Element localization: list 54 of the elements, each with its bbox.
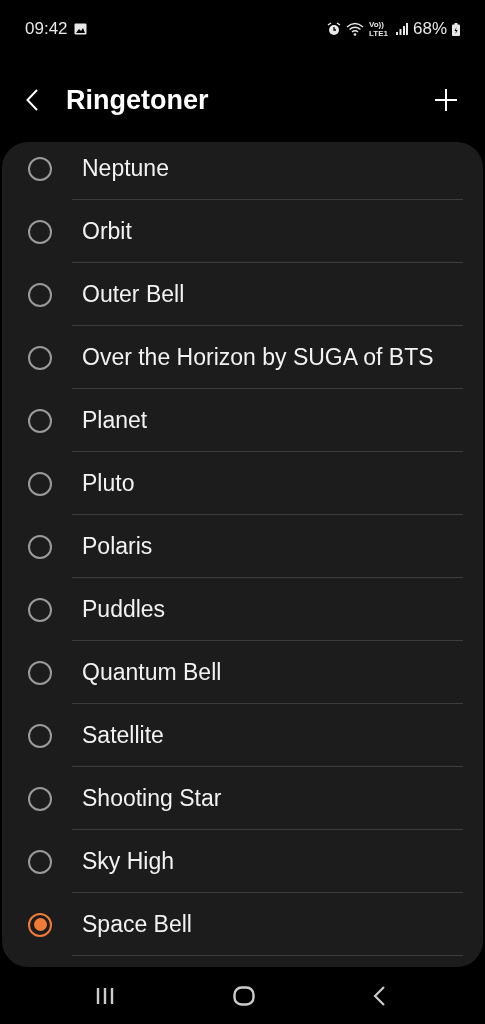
ringtone-item[interactable]: Outer Bell (2, 263, 483, 326)
ringtone-label: Pluto (82, 468, 135, 498)
radio-button[interactable] (28, 219, 52, 244)
ringtone-item[interactable]: Neptune (2, 142, 483, 200)
battery-icon (452, 22, 460, 36)
page-title: Ringetoner (66, 83, 210, 117)
status-time: 09:42 (25, 18, 68, 41)
ringtone-item[interactable]: Sky High (2, 830, 483, 893)
image-icon (73, 23, 87, 35)
ringtone-label: Outer Bell (82, 279, 185, 309)
battery-percent: 68% (412, 18, 447, 41)
radio-button[interactable] (28, 471, 52, 496)
ringtone-label: Shooting Star (82, 783, 222, 813)
radio-button[interactable] (28, 849, 52, 874)
radio-button[interactable] (28, 282, 52, 307)
ringtone-label: Quantum Bell (82, 657, 222, 687)
ringtone-label: Planet (82, 405, 148, 435)
ringtone-label: Puddles (82, 594, 166, 624)
add-icon (434, 88, 458, 112)
ringtone-item[interactable]: Pluto (2, 452, 483, 515)
ringtone-item[interactable]: Shooting Star (2, 767, 483, 830)
ringtone-label: Space Bell (82, 909, 192, 939)
radio-button[interactable] (28, 912, 52, 937)
ringtone-item[interactable]: Over the Horizon by SUGA of BTS (2, 326, 483, 389)
radio-button[interactable] (28, 534, 52, 559)
radio-button[interactable] (28, 156, 52, 181)
network-label: Vo)) LTE1 (368, 20, 389, 38)
add-button[interactable] (433, 87, 459, 113)
ringtone-item[interactable]: Planet (2, 389, 483, 452)
ringtone-item[interactable]: Polaris (2, 515, 483, 578)
radio-button[interactable] (28, 597, 52, 622)
ringtone-label: Polaris (82, 531, 153, 561)
ringtone-item[interactable]: Orbit (2, 200, 483, 263)
alarm-icon (326, 22, 341, 36)
radio-button[interactable] (28, 345, 52, 370)
recent-apps-icon[interactable] (96, 986, 114, 1005)
ringtone-item[interactable]: Satellite (2, 704, 483, 767)
ringtone-label: Satellite (82, 720, 164, 750)
home-icon[interactable] (232, 985, 255, 1006)
ringtone-item[interactable]: Space Bell (2, 893, 483, 956)
ringtone-label: Sky High (82, 846, 175, 876)
back-icon (26, 89, 38, 111)
wifi-icon (345, 22, 364, 36)
ringtone-label: Neptune (82, 153, 169, 183)
back-icon[interactable] (373, 985, 385, 1006)
ringtone-item[interactable]: Quantum Bell (2, 641, 483, 704)
radio-button[interactable] (28, 408, 52, 433)
signal-icon (395, 23, 408, 35)
ringtone-item[interactable]: Puddles (2, 578, 483, 641)
radio-button[interactable] (28, 786, 52, 811)
radio-button[interactable] (28, 723, 52, 748)
radio-button[interactable] (28, 660, 52, 685)
ringtone-label: Orbit (82, 216, 132, 246)
ringtone-label: Over the Horizon by SUGA of BTS (82, 342, 434, 372)
